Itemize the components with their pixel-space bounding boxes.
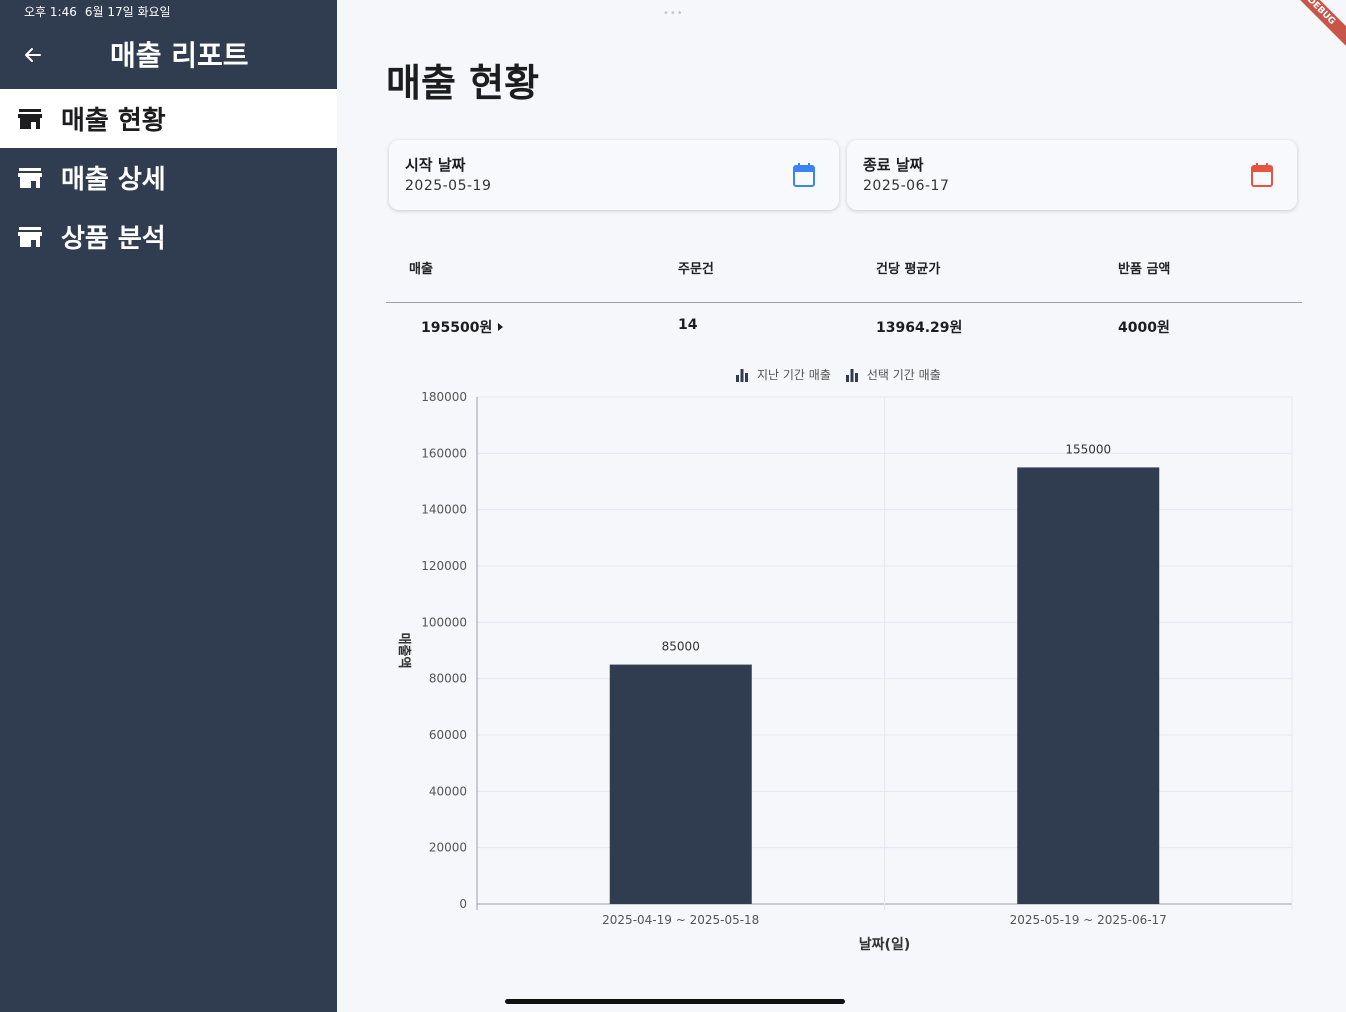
y-tick-label: 100000 (421, 615, 467, 629)
legend-item-previous[interactable]: 지난 기간 매출 (735, 366, 831, 383)
sidebar-item-label: 매출 상세 (61, 165, 166, 195)
home-indicator[interactable] (505, 999, 845, 1004)
summary-value-orders: 14 (678, 317, 698, 333)
bar (1017, 467, 1160, 904)
x-tick-label: 2025-04-19 ~ 2025-05-18 (602, 913, 759, 927)
multitask-dots[interactable]: ••• (663, 8, 684, 19)
summary-value-sales[interactable]: 195500원 (421, 317, 504, 337)
y-axis-label: 매출액 (396, 633, 412, 669)
sales-bar-chart: 0 20000 40000 60000 80000 100000 120000 140000 1… (396, 390, 1293, 953)
summary-header-returns: 반품 금액 (1118, 262, 1171, 277)
y-tick-label: 40000 (429, 784, 467, 798)
status-date: 6월 17일 화요일 (84, 5, 171, 19)
x-tick-label: 2025-05-19 ~ 2025-06-17 (1010, 913, 1167, 927)
calendar-icon[interactable] (793, 163, 815, 187)
legend-label: 지난 기간 매출 (757, 368, 831, 382)
status-time: 오후 1:46 (24, 5, 77, 19)
main-content: ••• DEBUG 매출 현황 시작 날짜 2025-05-19 종료 날짜 2… (337, 0, 1346, 1012)
end-date-picker[interactable]: 종료 날짜 2025-06-17 (847, 140, 1297, 210)
calendar-icon[interactable] (1251, 163, 1273, 187)
summary-header-sales: 매출 (409, 262, 433, 277)
sidebar: 오후 1:46 6월 17일 화요일 매출 리포트 매출 현황 매출 상세 상품 … (0, 0, 337, 1012)
debug-banner: DEBUG (1277, 0, 1346, 55)
bar (609, 664, 752, 904)
y-tick-label: 80000 (429, 672, 467, 686)
back-button[interactable] (18, 40, 48, 70)
y-tick-label: 20000 (429, 841, 467, 855)
sidebar-item-sales-detail[interactable]: 매출 상세 (0, 148, 337, 207)
sidebar-item-label: 매출 현황 (61, 106, 166, 136)
sidebar-item-label: 상품 분석 (61, 224, 166, 254)
legend-item-selected[interactable]: 선택 기간 매출 (845, 366, 941, 383)
summary-divider (386, 302, 1302, 303)
sidebar-item-sales-status[interactable]: 매출 현황 (0, 89, 337, 148)
start-date-value: 2025-05-19 (405, 178, 492, 194)
x-axis-label: 날짜(일) (859, 937, 910, 953)
y-tick-label: 60000 (429, 728, 467, 742)
y-tick-label: 160000 (421, 446, 467, 460)
y-tick-label: 140000 (421, 503, 467, 517)
store-icon (17, 106, 43, 132)
end-date-value: 2025-06-17 (863, 178, 950, 194)
end-date-label: 종료 날짜 (863, 156, 924, 174)
start-date-picker[interactable]: 시작 날짜 2025-05-19 (389, 140, 839, 210)
bar-chart-icon (736, 368, 748, 382)
page-title: 매출 현황 (386, 61, 540, 105)
data-label: 155000 (1065, 442, 1111, 456)
store-icon (17, 224, 43, 250)
expand-arrow-icon[interactable] (498, 323, 504, 331)
sidebar-item-product-analysis[interactable]: 상품 분석 (0, 207, 337, 266)
sidebar-title: 매출 리포트 (110, 39, 249, 72)
y-tick-label: 0 (459, 897, 467, 911)
chart-legend: 지난 기간 매출 선택 기간 매출 (735, 366, 955, 383)
store-icon (17, 165, 43, 191)
y-tick-label: 180000 (421, 390, 467, 404)
summary-header-average: 건당 평균가 (876, 262, 941, 277)
start-date-label: 시작 날짜 (405, 156, 466, 174)
arrow-left-icon (25, 48, 41, 62)
summary-sales-amount: 195500원 (421, 320, 493, 336)
bar-chart-icon (845, 368, 858, 382)
legend-label: 선택 기간 매출 (866, 368, 941, 382)
summary-header-orders: 주문건 (678, 262, 714, 277)
data-label: 85000 (662, 640, 700, 654)
status-bar-time: 오후 1:46 6월 17일 화요일 (24, 3, 179, 20)
y-tick-label: 120000 (421, 559, 467, 573)
summary-value-returns: 4000원 (1118, 320, 1170, 336)
summary-value-average: 13964.29원 (876, 320, 963, 336)
